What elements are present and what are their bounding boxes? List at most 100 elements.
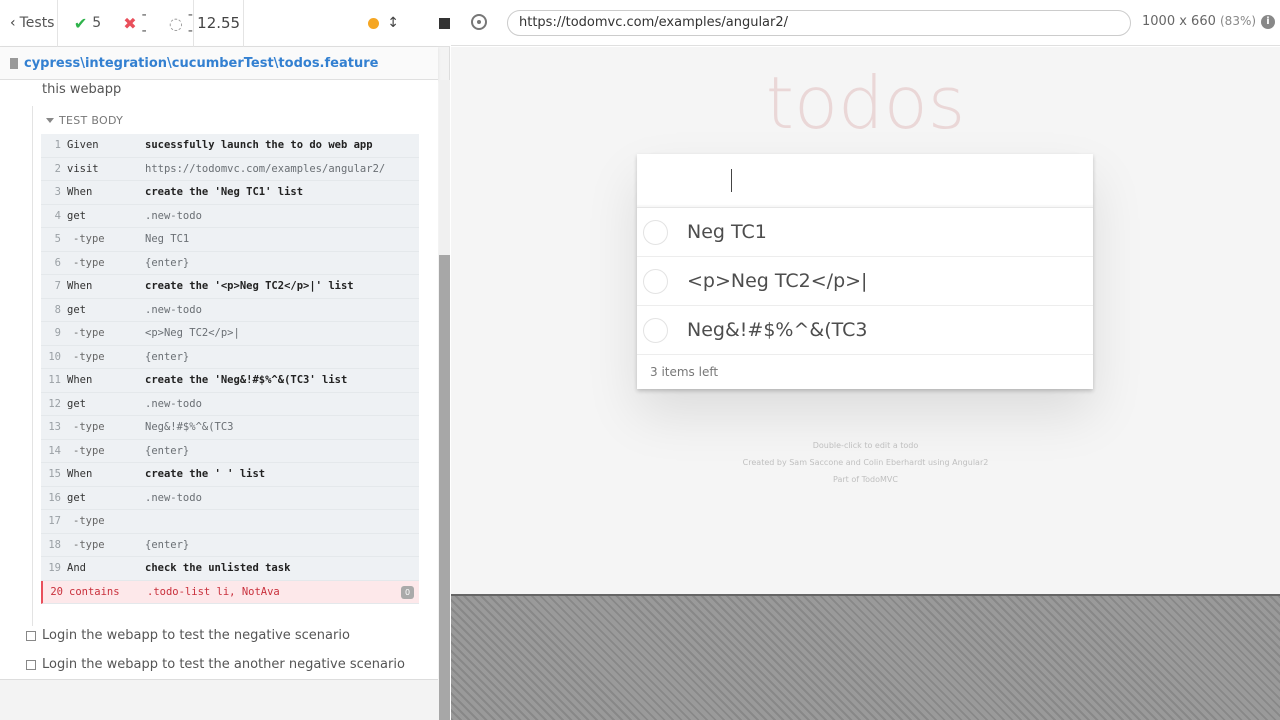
url-bar[interactable]: https://todomvc.com/examples/angular2/ [507,10,1131,36]
command-message: {enter} [145,350,190,363]
command-name: When [67,374,93,387]
todo-stack-edge [638,389,1093,397]
command-name: Given [67,139,99,152]
info-line: Double-click to edit a todo [812,441,919,450]
todo-label[interactable]: Neg TC1 [687,221,767,243]
command-number: 12 [48,397,61,410]
command-number: 8 [54,303,61,316]
command-row[interactable]: 3 When create the 'Neg TC1' list [41,181,419,205]
command-name: When [67,280,93,293]
spec-file-path[interactable]: cypress\integration\cucumberTest\todos.f… [24,56,378,71]
command-row[interactable]: 8 get .new-todo [41,298,419,322]
info-line: Part of TodoMVC [833,475,898,484]
command-row[interactable]: 10 -type {enter} [41,345,419,369]
todo-item[interactable]: Neg TC1 [637,208,1093,257]
command-number: 11 [48,374,61,387]
test-body-toggle[interactable]: TEST BODY [46,114,123,127]
todo-toggle[interactable] [643,220,668,245]
duration: 12.55 [194,0,245,47]
command-message: .new-todo [145,303,202,316]
items-left-count: 3 items left [650,365,719,379]
command-row[interactable]: 15 When create the ' ' list [41,463,419,487]
command-row[interactable]: 5 -type Neg TC1 [41,228,419,252]
test-item[interactable]: Login the webapp to test the another neg… [26,657,405,672]
command-name: get [67,303,86,316]
command-name: -type [73,233,105,246]
command-row[interactable]: 17 -type [41,510,419,534]
viewport-info: 1000 x 660 (83%) [1142,14,1256,29]
selector-playground-icon[interactable] [471,14,487,30]
pending-stat: ◌ -- [169,7,193,39]
text-caret [731,169,732,192]
info-line: Created by Sam Saccone and Colin Eberhar… [742,458,989,467]
command-row[interactable]: 14 -type {enter} [41,439,419,463]
passed-count: 5 [92,15,102,31]
command-row[interactable]: 12 get .new-todo [41,392,419,416]
command-message: Neg TC1 [145,233,190,246]
command-row[interactable]: 4 get .new-todo [41,204,419,228]
info-icon[interactable]: i [1261,15,1275,29]
command-number: 3 [54,186,61,199]
spec-file-bar: cypress\integration\cucumberTest\todos.f… [0,47,438,80]
command-message: {enter} [145,256,190,269]
command-row[interactable]: 2 visit https://todomvc.com/examples/angul… [41,157,419,181]
command-number: 4 [54,209,61,222]
test-item[interactable]: Login the webapp to test the negative sc… [26,628,350,643]
todo-toggle[interactable] [643,269,668,294]
command-row[interactable]: 19 And check the unlisted task [41,557,419,581]
command-name: -type [73,421,105,434]
todo-toggle[interactable] [643,318,668,343]
running-status-icon [368,17,380,29]
reporter-header: ‹ Tests ✔ 5 ✖ -- ◌ -- 12.55 ↕ [0,0,450,47]
new-todo-input[interactable] [637,154,1093,208]
passed-stat: ✔ 5 [74,14,101,33]
command-row[interactable]: 18 -type {enter} [41,533,419,557]
stop-icon[interactable] [439,17,450,29]
command-row[interactable]: 13 -type Neg&!#$%^&(TC3 [41,416,419,440]
command-message: create the ' ' list [145,468,266,481]
command-name: get [67,209,86,222]
command-log: 1 Given sucessfully launch the to do web a… [41,134,419,604]
command-number: 5 [54,233,61,246]
command-row[interactable]: 11 When create the 'Neg&!#$%^&(TC3' list [41,369,419,393]
command-message: create the 'Neg&!#$%^&(TC3' list [145,374,348,387]
command-name: -type [73,327,105,340]
command-name: get [67,397,86,410]
todo-app: Neg TC1 <p>Neg TC2</p>| Neg&!#$%^&(TC3 3… [637,154,1093,389]
command-row[interactable]: 6 -type {enter} [41,251,419,275]
command-row[interactable]: 9 -type <p>Neg TC2</p>| [41,322,419,346]
test-body-label: TEST BODY [59,114,124,127]
command-name: get [67,491,86,504]
command-message: <p>Neg TC2</p>| [145,327,240,340]
command-message: {enter} [145,538,190,551]
tests-label: Tests [19,15,55,31]
scroll-toggle-icon[interactable]: ↕ [387,15,399,31]
todo-item[interactable]: <p>Neg TC2</p>| [637,257,1093,306]
command-row[interactable]: 1 Given sucessfully launch the to do web a… [41,134,419,158]
command-number: 14 [48,444,61,457]
todo-item[interactable]: Neg&!#$%^&(TC3 [637,306,1093,355]
runnables-list: this webapp TEST BODY 1 Given sucessfully … [0,80,438,680]
reporter-panel: ‹ Tests ✔ 5 ✖ -- ◌ -- 12.55 ↕ cypress\in… [0,0,450,720]
command-message: sucessfully launch the to do web app [145,139,373,152]
command-number: 13 [48,421,61,434]
command-message: .new-todo [145,209,202,222]
todo-label[interactable]: Neg&!#$%^&(TC3 [687,319,867,341]
command-message: .new-todo [145,397,202,410]
command-row[interactable]: 20 contains .todo-list li, NotAva 0 [41,580,419,604]
command-row[interactable]: 7 When create the '<p>Neg TC2</p>|' list [41,275,419,299]
command-number: 19 [48,562,61,575]
command-message: create the '<p>Neg TC2</p>|' list [145,280,354,293]
scrollbar-thumb[interactable] [439,255,450,720]
suite-title: this webapp [42,82,122,97]
command-name: -type [73,444,105,457]
tests-button[interactable]: ‹ Tests [0,0,58,47]
reporter-scrollbar[interactable] [439,80,450,720]
todo-label[interactable]: <p>Neg TC2</p>| [687,270,867,292]
viewport-scale: (83%) [1220,14,1257,28]
command-message: create the 'Neg TC1' list [145,186,304,199]
command-row[interactable]: 16 get .new-todo [41,486,419,510]
command-name: And [67,562,86,575]
x-icon: ✖ [123,13,137,33]
failed-count: -- [141,7,147,39]
